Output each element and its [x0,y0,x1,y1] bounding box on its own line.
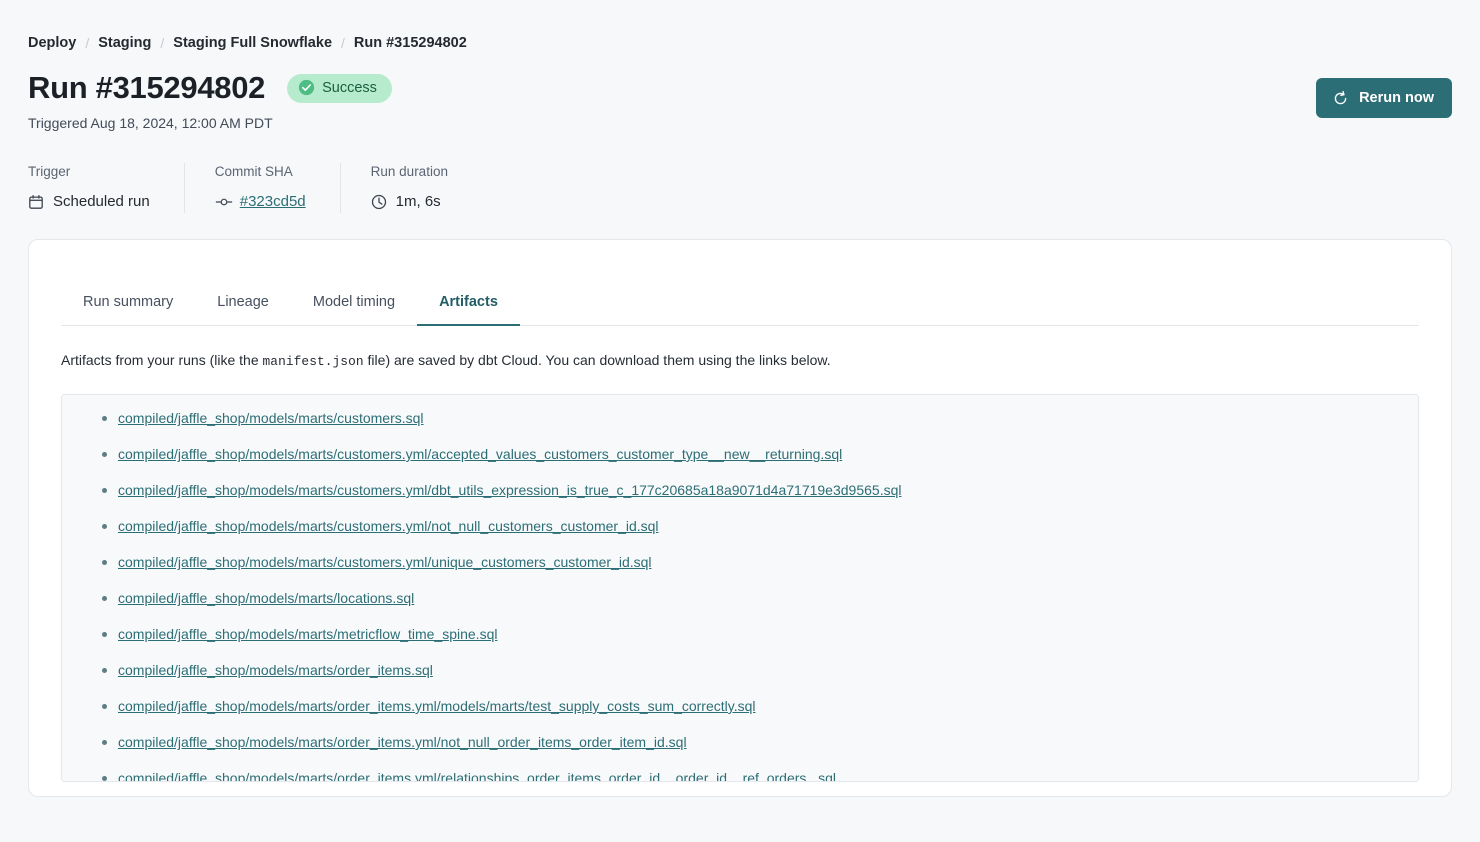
page-title: Run #315294802 [28,68,265,108]
meta-run-duration: Run duration 1m, 6s [340,163,482,213]
list-item: compiled/jaffle_shop/models/marts/locati… [118,589,1418,608]
run-detail-page: Deploy / Staging / Staging Full Snowflak… [0,0,1480,842]
list-item: compiled/jaffle_shop/models/marts/order_… [118,769,1418,782]
list-item: compiled/jaffle_shop/models/marts/order_… [118,697,1418,716]
list-item: compiled/jaffle_shop/models/marts/order_… [118,733,1418,752]
artifacts-scroll-panel[interactable]: compiled/jaffle_shop/models/marts/custom… [61,394,1419,782]
breadcrumb-item-deploy[interactable]: Deploy [28,33,76,53]
list-item: compiled/jaffle_shop/models/marts/custom… [118,409,1418,428]
meta-trigger-value: Scheduled run [53,191,150,213]
list-item: compiled/jaffle_shop/models/marts/metric… [118,625,1418,644]
title-row: Run #315294802 Success [28,68,392,108]
artifact-list: compiled/jaffle_shop/models/marts/custom… [62,409,1418,782]
meta-trigger-value-row: Scheduled run [28,191,150,213]
artifact-link[interactable]: compiled/jaffle_shop/models/marts/order_… [118,662,433,678]
status-badge: Success [287,74,392,103]
artifact-link[interactable]: compiled/jaffle_shop/models/marts/custom… [118,518,659,534]
artifact-link[interactable]: compiled/jaffle_shop/models/marts/custom… [118,446,842,462]
meta-run-duration-value: 1m, 6s [396,191,441,213]
refresh-icon [1332,90,1349,107]
manifest-json-code: manifest.json [263,354,364,369]
artifact-link[interactable]: compiled/jaffle_shop/models/marts/custom… [118,482,901,498]
meta-commit-sha-value-row: #323cd5d [215,191,306,213]
breadcrumb-separator: / [85,33,89,53]
breadcrumb-item-staging[interactable]: Staging [98,33,151,53]
breadcrumb-item-current-run: Run #315294802 [354,33,467,53]
artifact-link[interactable]: compiled/jaffle_shop/models/marts/order_… [118,770,836,782]
meta-commit-sha-label: Commit SHA [215,163,306,181]
breadcrumb-item-environment[interactable]: Staging Full Snowflake [173,33,332,53]
artifacts-description-after: file) are saved by dbt Cloud. You can do… [364,352,831,368]
list-item: compiled/jaffle_shop/models/marts/custom… [118,481,1418,500]
artifact-link[interactable]: compiled/jaffle_shop/models/marts/locati… [118,590,414,606]
tab-model-timing[interactable]: Model timing [291,293,417,326]
artifacts-description: Artifacts from your runs (like the manif… [61,350,1419,372]
run-metadata: Trigger Scheduled run Commit SHA [28,163,482,213]
meta-run-duration-label: Run duration [371,163,448,181]
list-item: compiled/jaffle_shop/models/marts/custom… [118,517,1418,536]
tab-lineage[interactable]: Lineage [195,293,291,326]
breadcrumb-separator: / [160,33,164,53]
triggered-timestamp: Triggered Aug 18, 2024, 12:00 AM PDT [28,113,273,133]
circle-check-icon [298,79,315,96]
tab-bar: Run summary Lineage Model timing Artifac… [61,287,1419,326]
list-item: compiled/jaffle_shop/models/marts/custom… [118,553,1418,572]
status-badge-label: Success [322,79,377,97]
clock-icon [371,194,387,210]
list-item: compiled/jaffle_shop/models/marts/custom… [118,445,1418,464]
breadcrumb: Deploy / Staging / Staging Full Snowflak… [28,33,467,53]
breadcrumb-separator: / [341,33,345,53]
rerun-now-button[interactable]: Rerun now [1316,78,1452,118]
git-commit-icon [215,194,231,210]
tab-artifacts[interactable]: Artifacts [417,293,520,326]
artifact-link[interactable]: compiled/jaffle_shop/models/marts/order_… [118,734,687,750]
meta-trigger-label: Trigger [28,163,150,181]
calendar-icon [28,194,44,210]
rerun-now-label: Rerun now [1359,89,1434,107]
artifact-link[interactable]: compiled/jaffle_shop/models/marts/custom… [118,554,652,570]
tab-run-summary[interactable]: Run summary [61,293,195,326]
artifact-link[interactable]: compiled/jaffle_shop/models/marts/metric… [118,626,497,642]
run-detail-card: Run summary Lineage Model timing Artifac… [28,239,1452,797]
meta-trigger: Trigger Scheduled run [28,163,184,213]
artifact-link[interactable]: compiled/jaffle_shop/models/marts/order_… [118,698,756,714]
meta-commit-sha-link[interactable]: #323cd5d [240,191,306,213]
artifacts-description-before: Artifacts from your runs (like the [61,352,263,368]
artifact-link[interactable]: compiled/jaffle_shop/models/marts/custom… [118,410,424,426]
meta-commit-sha: Commit SHA #323cd5d [184,163,340,213]
list-item: compiled/jaffle_shop/models/marts/order_… [118,661,1418,680]
meta-run-duration-value-row: 1m, 6s [371,191,448,213]
